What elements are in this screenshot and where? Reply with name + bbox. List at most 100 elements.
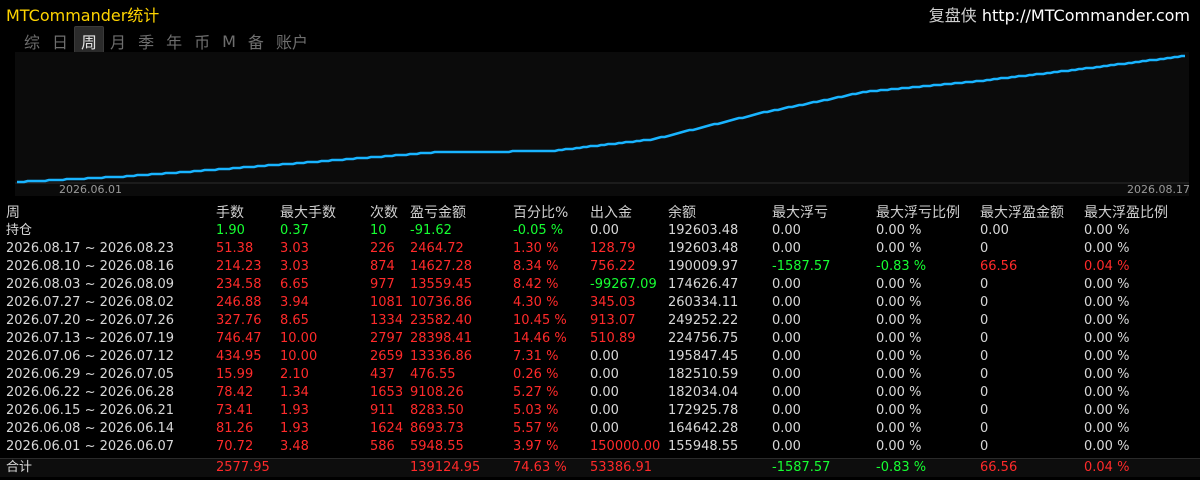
table-row[interactable]: 2026.08.03 ~ 2026.08.09 234.58 6.65 977 1355…	[0, 276, 1200, 294]
table-row[interactable]: 2026.08.17 ~ 2026.08.23 51.38 3.03 226 2464.…	[0, 240, 1200, 258]
total-max-drawdown-pct: -0.83 %	[876, 460, 927, 475]
row-max-drawdown-pct: -0.83 %	[876, 259, 927, 274]
row-lots: 246.88	[216, 295, 262, 310]
equity-chart-svg: 2026.06.01 2026.08.17	[15, 54, 1189, 196]
tab-summary[interactable]: 综	[18, 27, 46, 55]
table-row[interactable]: 2026.06.01 ~ 2026.06.07 70.72 3.48 586 5948.…	[0, 438, 1200, 456]
equity-chart: 2026.06.01 2026.08.17	[15, 52, 1189, 196]
row-count: 1624	[370, 421, 404, 436]
row-max-float-profit-pct: 0.00 %	[1084, 331, 1130, 346]
row-lots: 15.99	[216, 367, 254, 382]
col-header-pct[interactable]: 百分比%	[513, 204, 568, 222]
row-week: 2026.07.13 ~ 2026.07.19	[6, 331, 175, 346]
row-max-float-profit-pct: 0.00 %	[1084, 349, 1130, 364]
row-max-drawdown: 0.00	[772, 367, 801, 382]
col-header-max-lots[interactable]: 最大手数	[280, 204, 336, 222]
table-row[interactable]: 2026.07.27 ~ 2026.08.02 246.88 3.94 1081 107…	[0, 294, 1200, 312]
col-header-max-drawdown-pct[interactable]: 最大浮亏比例	[876, 204, 960, 222]
row-week: 2026.06.01 ~ 2026.06.07	[6, 439, 175, 454]
row-pct: 14.46 %	[513, 331, 567, 346]
table-row[interactable]: 2026.08.10 ~ 2026.08.16 214.23 3.03 874 1462…	[0, 258, 1200, 276]
col-header-max-float-profit[interactable]: 最大浮盈金额	[980, 204, 1064, 222]
tab-currency[interactable]: 币	[188, 27, 216, 55]
row-pnl: 14627.28	[410, 259, 473, 274]
col-header-pnl[interactable]: 盈亏金额	[410, 204, 466, 222]
col-header-max-drawdown[interactable]: 最大浮亏	[772, 204, 828, 222]
row-week: 2026.07.20 ~ 2026.07.26	[6, 313, 175, 328]
row-week: 2026.08.17 ~ 2026.08.23	[6, 241, 175, 256]
row-max-drawdown-pct: 0.00 %	[876, 295, 922, 310]
table-row[interactable]: 2026.07.06 ~ 2026.07.12 434.95 10.00 2659 13…	[0, 348, 1200, 366]
tab-account[interactable]: 账户	[270, 27, 314, 55]
row-max-lots: 2.10	[280, 367, 309, 382]
tab-month[interactable]: 月	[104, 27, 132, 55]
tab-quarter[interactable]: 季	[132, 27, 160, 55]
row-balance: 174626.47	[668, 277, 739, 292]
row-week: 2026.08.03 ~ 2026.08.09	[6, 277, 175, 292]
col-header-lots[interactable]: 手数	[216, 204, 244, 222]
table-row[interactable]: 2026.06.15 ~ 2026.06.21 73.41 1.93 911 8283.…	[0, 402, 1200, 420]
table-row[interactable]: 2026.07.20 ~ 2026.07.26 327.76 8.65 1334 235…	[0, 312, 1200, 330]
row-max-float-profit: 0	[980, 421, 989, 436]
row-max-float-profit: 0	[980, 439, 989, 454]
holding-max-drawdown: 0.00	[772, 223, 801, 238]
holding-cash: 0.00	[590, 223, 619, 238]
row-balance: 260334.11	[668, 295, 739, 310]
row-pnl: 8283.50	[410, 403, 464, 418]
row-cash: 0.00	[590, 403, 619, 418]
row-cash: -99267.09	[590, 277, 657, 292]
row-max-drawdown: 0.00	[772, 331, 801, 346]
row-lots: 234.58	[216, 277, 262, 292]
holding-lots: 1.90	[216, 223, 245, 238]
row-cash: 756.22	[590, 259, 636, 274]
holding-row[interactable]: 持仓 1.90 0.37 10 -91.62 -0.05 % 0.00 1926…	[0, 222, 1200, 240]
row-pnl: 28398.41	[410, 331, 473, 346]
row-max-drawdown: 0.00	[772, 241, 801, 256]
col-header-count[interactable]: 次数	[370, 204, 398, 222]
app-title: MTCommander统计	[6, 6, 160, 25]
row-cash: 0.00	[590, 349, 619, 364]
website-link[interactable]: http://MTCommander.com	[982, 6, 1190, 25]
col-header-week[interactable]: 周	[6, 204, 20, 222]
row-max-float-profit: 66.56	[980, 259, 1018, 274]
holding-balance: 192603.48	[668, 223, 739, 238]
row-week: 2026.06.29 ~ 2026.07.05	[6, 367, 175, 382]
tab-day[interactable]: 日	[46, 27, 74, 55]
table-row[interactable]: 2026.06.29 ~ 2026.07.05 15.99 2.10 437 476.5…	[0, 366, 1200, 384]
row-week: 2026.07.27 ~ 2026.08.02	[6, 295, 175, 310]
row-max-drawdown: 0.00	[772, 349, 801, 364]
row-cash: 0.00	[590, 367, 619, 382]
row-count: 2797	[370, 331, 404, 346]
row-max-lots: 8.65	[280, 313, 309, 328]
row-week: 2026.06.22 ~ 2026.06.28	[6, 385, 175, 400]
tab-m[interactable]: M	[216, 30, 242, 53]
total-row[interactable]: 合计 2577.95 139124.95 74.63 % 53386.91 -1…	[0, 458, 1200, 477]
table-row[interactable]: 2026.06.08 ~ 2026.06.14 81.26 1.93 1624 8693…	[0, 420, 1200, 438]
row-max-float-profit: 0	[980, 331, 989, 346]
row-pct: 0.26 %	[513, 367, 559, 382]
tab-year[interactable]: 年	[160, 27, 188, 55]
row-max-float-profit-pct: 0.00 %	[1084, 403, 1130, 418]
holding-max-drawdown-pct: 0.00 %	[876, 223, 922, 238]
total-pnl: 139124.95	[410, 460, 481, 475]
row-max-lots: 3.94	[280, 295, 309, 310]
row-pct: 3.97 %	[513, 439, 559, 454]
col-header-balance[interactable]: 余额	[668, 204, 696, 222]
holding-label: 持仓	[6, 223, 33, 238]
table-row[interactable]: 2026.06.22 ~ 2026.06.28 78.42 1.34 1653 9108…	[0, 384, 1200, 402]
row-max-float-profit: 0	[980, 295, 989, 310]
row-lots: 51.38	[216, 241, 254, 256]
table-row[interactable]: 2026.07.13 ~ 2026.07.19 746.47 10.00 2797 28…	[0, 330, 1200, 348]
row-count: 911	[370, 403, 395, 418]
col-header-max-float-profit-pct[interactable]: 最大浮盈比例	[1084, 204, 1168, 222]
tab-note[interactable]: 备	[242, 27, 270, 55]
row-max-drawdown-pct: 0.00 %	[876, 313, 922, 328]
table-header-row: 周 手数 最大手数 次数 盈亏金额 百分比% 出入金 余额 最大浮亏 最大浮亏比…	[0, 204, 1200, 222]
row-balance: 164642.28	[668, 421, 739, 436]
row-pnl: 5948.55	[410, 439, 464, 454]
weekly-rows: 2026.08.17 ~ 2026.08.23 51.38 3.03 226 2464.…	[0, 240, 1200, 456]
row-lots: 434.95	[216, 349, 262, 364]
col-header-cash[interactable]: 出入金	[590, 204, 632, 222]
row-max-float-profit: 0	[980, 277, 989, 292]
row-pct: 7.31 %	[513, 349, 559, 364]
